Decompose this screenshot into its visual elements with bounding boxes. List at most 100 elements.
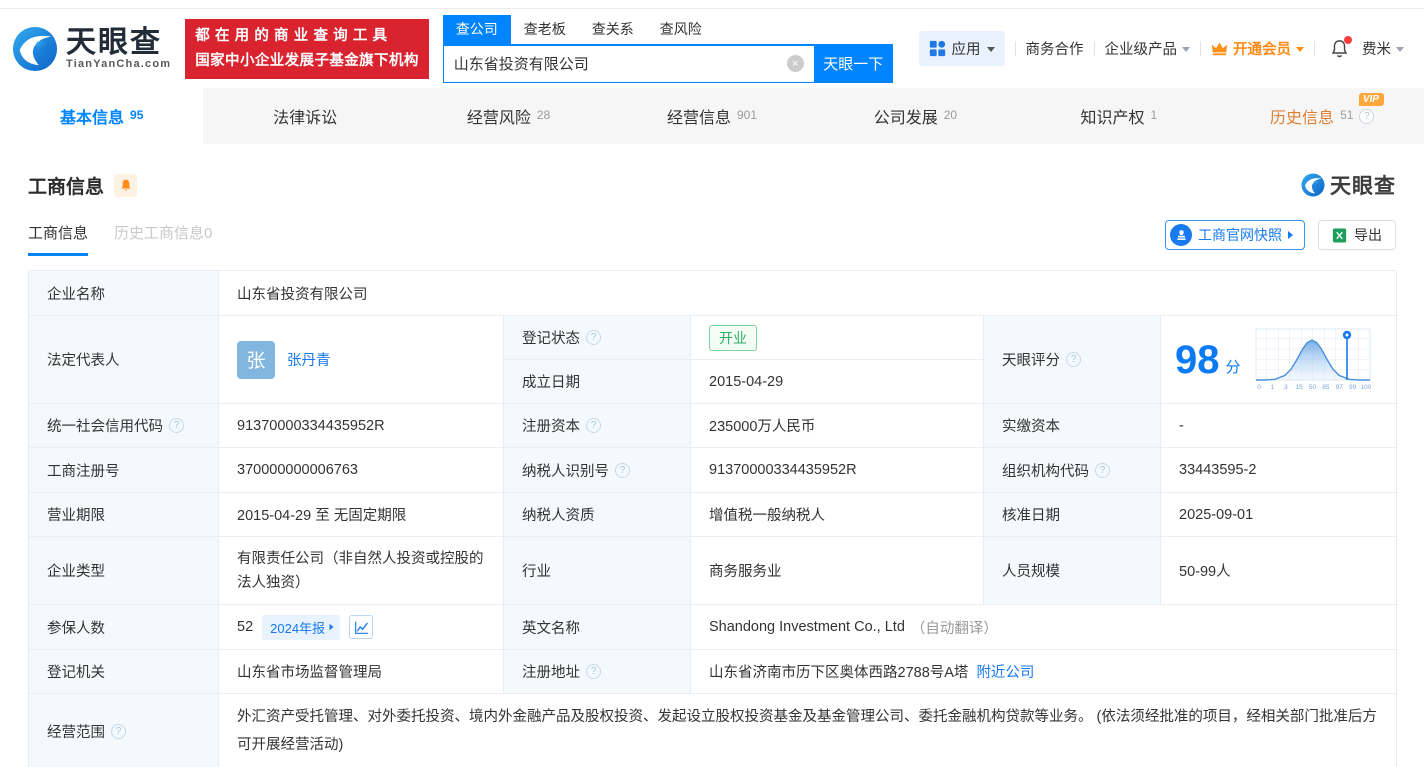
registration-info-table: 企业名称 山东省投资有限公司 法定代表人 张 张丹青 登记状态 ? 开业 天眼评… — [28, 270, 1397, 767]
staff-size-value: 50-99人 — [1161, 537, 1397, 605]
taxpayer-quality-label: 纳税人资质 — [504, 493, 691, 537]
tab-company-development[interactable]: 公司发展 20 — [814, 88, 1017, 144]
divider — [1200, 41, 1201, 56]
snapshot-label: 工商官网快照 — [1198, 227, 1282, 243]
paid-capital-label: 实缴资本 — [984, 404, 1161, 448]
clear-icon[interactable]: × — [786, 55, 804, 72]
english-name-label: 英文名称 — [504, 605, 691, 650]
apps-grid-icon — [929, 40, 945, 57]
company-type-label: 企业类型 — [29, 537, 219, 605]
avatar[interactable]: 张 — [237, 340, 275, 379]
search-input[interactable] — [443, 55, 787, 72]
help-icon[interactable]: ? — [1359, 108, 1375, 124]
divider — [1014, 41, 1016, 56]
tab-legal-litigation[interactable]: 法律诉讼 — [203, 88, 406, 144]
nav-enterprise[interactable]: 企业级产品 — [1105, 38, 1190, 59]
notification-bell[interactable] — [1329, 36, 1352, 59]
vip-badge: VIP — [1358, 93, 1384, 106]
tab-business-info[interactable]: 经营信息 901 — [610, 88, 813, 144]
svg-text:0: 0 — [1257, 384, 1261, 391]
tab-count: 51 — [1340, 108, 1354, 122]
legal-rep-label: 法定代表人 — [29, 316, 219, 404]
apps-label: 应用 — [951, 42, 981, 58]
score-distribution-chart: 0 1 3 15 50 85 97 99 100 — [1255, 328, 1371, 391]
user-menu[interactable]: 费米 — [1362, 38, 1404, 59]
nearby-companies-link[interactable]: 附近公司 — [976, 661, 1034, 682]
svg-text:85: 85 — [1322, 384, 1330, 391]
tab-label: 经营信息 — [666, 110, 731, 127]
nav-cooperation[interactable]: 商务合作 — [1026, 38, 1084, 59]
watermark-logo: 天眼查 — [1301, 170, 1396, 200]
subtab-business-info[interactable]: 工商信息 — [28, 222, 89, 256]
credit-code-label: 统一社会信用代码 ? — [29, 404, 219, 448]
tab-label: 基本信息 — [60, 110, 125, 127]
help-icon[interactable]: ? — [169, 418, 184, 433]
svg-text:100: 100 — [1360, 384, 1371, 391]
approval-date-value: 2025-09-01 — [1161, 493, 1397, 537]
business-registration-section: 工商信息 天眼查 工商信息 历史工商信息0 工商官网快照 导出 企业名称 山东省… — [0, 170, 1424, 767]
top-divider — [0, 0, 1424, 9]
annual-report-badge[interactable]: 2024年报 — [262, 614, 341, 640]
search-tab-company[interactable]: 查公司 — [442, 14, 511, 44]
business-scope-value: 外汇资产受托管理、对外委托投资、境内外金融产品及股权投资、发起设立股权投资基金及… — [219, 694, 1397, 767]
legal-rep-value: 张 张丹青 — [219, 316, 504, 404]
tab-label: 法律诉讼 — [273, 110, 338, 127]
nav-open-vip[interactable]: 开通会员 — [1211, 38, 1304, 59]
official-snapshot-button[interactable]: 工商官网快照 — [1165, 220, 1305, 250]
tab-history-info[interactable]: VIP 历史信息 51 ? — [1221, 88, 1424, 144]
tianyancha-logo-icon — [12, 26, 58, 71]
divider — [1314, 41, 1315, 56]
tab-intellectual-property[interactable]: 知识产权 1 — [1017, 88, 1220, 144]
reg-number-value: 370000000006763 — [219, 448, 504, 493]
export-button[interactable]: 导出 — [1318, 220, 1396, 250]
tianyancha-logo[interactable]: 天眼查 TianYanCha.com — [12, 26, 171, 72]
arrow-right-icon — [329, 623, 334, 631]
insured-number: 52 — [237, 619, 254, 635]
tab-label: 历史信息 — [1270, 110, 1335, 127]
arrow-right-icon — [1288, 231, 1293, 239]
search-tab-relation[interactable]: 查关系 — [579, 15, 647, 44]
establish-date-label: 成立日期 — [504, 360, 691, 404]
legal-rep-link[interactable]: 张丹青 — [287, 349, 331, 370]
taxpayer-id-label: 纳税人识别号 ? — [504, 448, 691, 493]
chevron-down-icon — [986, 47, 995, 52]
search-button[interactable]: 天眼一下 — [813, 45, 893, 82]
help-icon[interactable]: ? — [586, 664, 601, 679]
tab-count: 1 — [1150, 108, 1158, 122]
help-icon[interactable]: ? — [1066, 352, 1081, 367]
help-icon[interactable]: ? — [586, 418, 601, 433]
tab-operation-risk[interactable]: 经营风险 28 — [407, 88, 610, 144]
subscribe-bell[interactable] — [114, 173, 138, 197]
subtab-history-business-info[interactable]: 历史工商信息0 — [114, 222, 212, 256]
help-icon[interactable]: ? — [1095, 462, 1110, 478]
company-type-value: 有限责任公司（非自然人投资或控股的法人独资） — [219, 537, 504, 605]
search-box: × 天眼一下 — [442, 45, 893, 83]
help-icon[interactable]: ? — [586, 330, 601, 345]
tab-basic-info[interactable]: 基本信息 95 — [0, 88, 204, 144]
apps-menu[interactable]: 应用 — [918, 31, 1005, 66]
svg-text:97: 97 — [1335, 384, 1343, 391]
search-tab-risk[interactable]: 查风险 — [647, 15, 715, 44]
company-name-value: 山东省投资有限公司 — [219, 271, 1397, 316]
taxpayer-quality-value: 增值税一般纳税人 — [691, 493, 984, 537]
help-icon[interactable]: ? — [111, 723, 126, 739]
tab-count: 28 — [536, 108, 551, 122]
help-icon[interactable]: ? — [615, 462, 630, 478]
header-nav: 应用 商务合作 企业级产品 开通会员 费米 — [918, 31, 1404, 66]
brand-domain: TianYanCha.com — [66, 57, 172, 70]
search-tab-boss[interactable]: 查老板 — [511, 15, 579, 44]
industry-label: 行业 — [504, 537, 691, 605]
establish-date-value: 2015-04-29 — [691, 360, 984, 404]
insured-count-label: 参保人数 — [29, 605, 219, 650]
tab-count: 901 — [736, 108, 757, 122]
section-title: 工商信息 — [28, 176, 105, 198]
address-value: 山东省济南市历下区奥体西路2788号A塔 附近公司 — [691, 650, 1397, 694]
business-scope-label: 经营范围 ? — [29, 694, 219, 767]
address-label: 注册地址 ? — [504, 650, 691, 694]
trend-chart-button[interactable] — [349, 615, 374, 639]
nav-vip-label: 开通会员 — [1233, 42, 1291, 58]
status-badge: 开业 — [709, 324, 757, 351]
promo-line2: 国家中小企业发展子基金旗下机构 — [195, 52, 419, 69]
registry-label: 登记机关 — [29, 650, 219, 694]
section-head: 工商信息 天眼查 — [28, 170, 1396, 200]
